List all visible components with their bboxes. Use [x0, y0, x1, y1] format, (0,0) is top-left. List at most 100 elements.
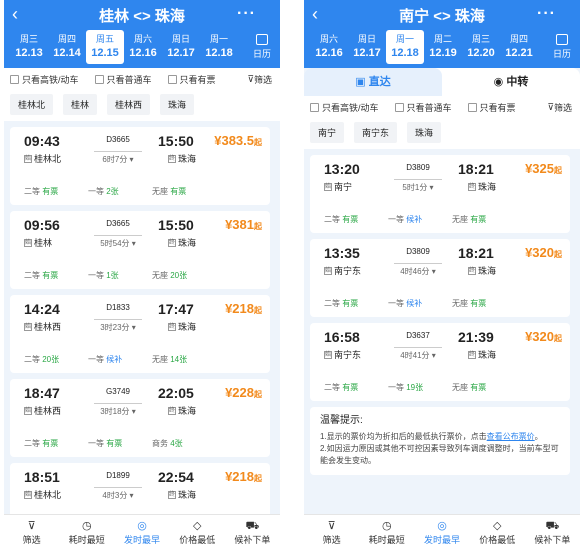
train-card[interactable]: 16:58 D3637 4时41分 ▾ 21:39 始南宁东终珠海 ¥320起 二等 有票一… [310, 323, 570, 401]
date-item[interactable]: 周四 12.21 [500, 30, 538, 64]
date-item[interactable]: 周日 12.17 [162, 30, 200, 64]
filter-button[interactable]: ⊽ 筛选 [247, 73, 272, 86]
toolbar-icon: ◇ [192, 520, 202, 532]
toolbar-label: 筛选 [22, 535, 41, 545]
seat-type: 二等 [24, 439, 43, 448]
date-item[interactable]: 周一 12.18 [200, 30, 238, 64]
toolbar-item[interactable]: ◎ 发时最早 [114, 515, 169, 548]
date-item[interactable]: 周一 12.18 [386, 30, 424, 64]
date-item[interactable]: 周三 12.13 [10, 30, 48, 64]
date-value: 12.18 [391, 47, 419, 59]
toolbar-item[interactable]: ⛟ 候补下单 [225, 515, 280, 548]
tip-title: 温馨提示: [320, 415, 363, 426]
weekday: 周六 [133, 34, 152, 44]
arrival-station: 终珠海 [468, 264, 496, 277]
departure-time: 09:56 [24, 217, 60, 233]
filter-checkbox[interactable]: 只看有票 [467, 101, 516, 114]
date-value: 12.17 [167, 47, 195, 59]
station-chip[interactable]: 南宁东 [354, 122, 398, 143]
departure-time: 18:51 [24, 469, 60, 485]
toolbar-item[interactable]: ◎ 发时最早 [414, 515, 469, 548]
seat-status: 候补 [406, 299, 423, 308]
toolbar-item[interactable]: ◷ 耗时最短 [59, 515, 114, 548]
toolbar-label: 耗时最短 [68, 535, 105, 545]
route-title: 南宁 <> 珠海 [399, 7, 485, 25]
end-tag-icon: 终 [168, 406, 176, 415]
start-tag-icon: 始 [324, 350, 332, 359]
train-card[interactable]: 14:24 D1833 3时23分 ▾ 17:47 始桂林西 终珠海 ¥218起 二等 20张… [10, 295, 270, 373]
filter-checkbox[interactable]: 只看有票 [167, 73, 216, 86]
date-item[interactable]: 周五 12.15 [86, 30, 124, 64]
checkbox-icon [94, 74, 104, 84]
seat-class: 二等 有票 [324, 214, 388, 225]
date-item[interactable]: 周六 12.16 [124, 30, 162, 64]
price-value: ¥228 [225, 385, 254, 400]
train-card[interactable]: 13:20 D3809 5时1分 ▾ 18:21 始南宁终珠海 ¥325起 二等 有票 一等 … [310, 155, 570, 233]
seat-status: 14张 [170, 355, 188, 364]
train-card[interactable]: 13:35 D3809 4时46分 ▾ 18:21 始南宁东终珠海 ¥320起 二等 有票一… [310, 239, 570, 317]
fare-link[interactable]: 查看公布票价 [487, 432, 535, 441]
seat-status: 候补 [106, 355, 123, 364]
toolbar-item[interactable]: ⊽ 筛选 [304, 515, 359, 548]
filter-checkbox[interactable]: 只看高铁/动车 [10, 73, 79, 86]
station-chip[interactable]: 桂林北 [10, 94, 54, 115]
calendar-button[interactable]: 日历 [252, 34, 272, 60]
seat-class: 二等 有票 [324, 298, 388, 309]
filter-checkbox[interactable]: 只看普通车 [394, 101, 452, 114]
seat-status: 有票 [42, 187, 59, 196]
seat-type: 二等 [324, 215, 343, 224]
duration: 4时46分 ▾ [394, 263, 442, 277]
toolbar-item[interactable]: ⛟ 候补下单 [525, 515, 580, 548]
tab-transfer[interactable]: ◉ 中转 [442, 68, 580, 96]
seat-status: 有票 [170, 187, 187, 196]
price-value: ¥218 [225, 469, 254, 484]
back-icon[interactable]: ‹ [12, 4, 18, 25]
station-chip[interactable]: 桂林西 [107, 94, 151, 115]
seat-class: 无座 20张 [152, 270, 216, 281]
seat-status: 有票 [470, 299, 487, 308]
filter-button[interactable]: ⊽ 筛选 [547, 101, 572, 114]
weekday: 周一 [395, 34, 414, 44]
train-number: G3749 [105, 387, 131, 396]
seat-type: 无座 [152, 271, 171, 280]
date-item[interactable]: 周二 12.19 [424, 30, 462, 64]
checkbox-icon [10, 74, 19, 84]
more-icon[interactable]: ··· [237, 5, 256, 23]
train-card[interactable]: 18:47 G3749 3时18分 ▾ 22:05 始桂林西终珠海 ¥228起 二等 有票一… [10, 379, 270, 457]
train-card[interactable]: 09:56 D3665 5时54分 ▾ 15:50 始桂林终珠海 ¥381起 二等 有票 一等… [10, 211, 270, 289]
date-item[interactable]: 周日 12.17 [348, 30, 386, 64]
seat-status: 有票 [470, 215, 487, 224]
station-chip[interactable]: 珠海 [407, 122, 442, 143]
arrival-station: 终珠海 [168, 152, 196, 165]
date-value: 12.16 [129, 47, 157, 59]
filter-checkbox[interactable]: 只看高铁/动车 [310, 101, 379, 114]
more-icon[interactable]: ··· [537, 5, 556, 23]
tab-direct[interactable]: ▣ 直达 [304, 68, 442, 96]
date-item[interactable]: 周六 12.16 [310, 30, 348, 64]
station-chip[interactable]: 南宁 [310, 122, 345, 143]
seat-class: 二等 有票 [324, 382, 388, 393]
calendar-icon [556, 34, 568, 45]
date-value: 12.20 [467, 47, 495, 59]
filter-checkbox[interactable]: 只看普通车 [94, 73, 152, 86]
station-chip[interactable]: 桂林 [63, 94, 98, 115]
route-type-tabs: ▣ 直达 ◉ 中转 [304, 68, 580, 96]
toolbar-item[interactable]: ◇ 价格最低 [470, 515, 525, 548]
toolbar-label: 候补下单 [234, 535, 271, 545]
calendar-button[interactable]: 日历 [552, 34, 572, 60]
station-chip[interactable]: 珠海 [160, 94, 195, 115]
duration: 6时7分 ▾ [94, 151, 142, 165]
toolbar-item[interactable]: ◷ 耗时最短 [359, 515, 414, 548]
start-tag-icon: 始 [324, 266, 332, 275]
back-icon[interactable]: ‹ [312, 4, 318, 25]
arrival-time: 17:47 [158, 301, 194, 317]
train-card[interactable]: 09:43 D3665 6时7分 ▾ 15:50 始桂林北 终珠海 ¥383.5起 二等 有票… [10, 127, 270, 205]
date-item[interactable]: 周三 12.20 [462, 30, 500, 64]
toolbar-item[interactable]: ⊽ 筛选 [4, 515, 59, 548]
train-number: D3637 [406, 331, 430, 340]
end-tag-icon: 终 [168, 154, 176, 163]
toolbar-item[interactable]: ◇ 价格最低 [170, 515, 225, 548]
date-item[interactable]: 周四 12.14 [48, 30, 86, 64]
seat-class: 无座 有票 [452, 214, 516, 225]
seat-status: 有票 [342, 383, 359, 392]
